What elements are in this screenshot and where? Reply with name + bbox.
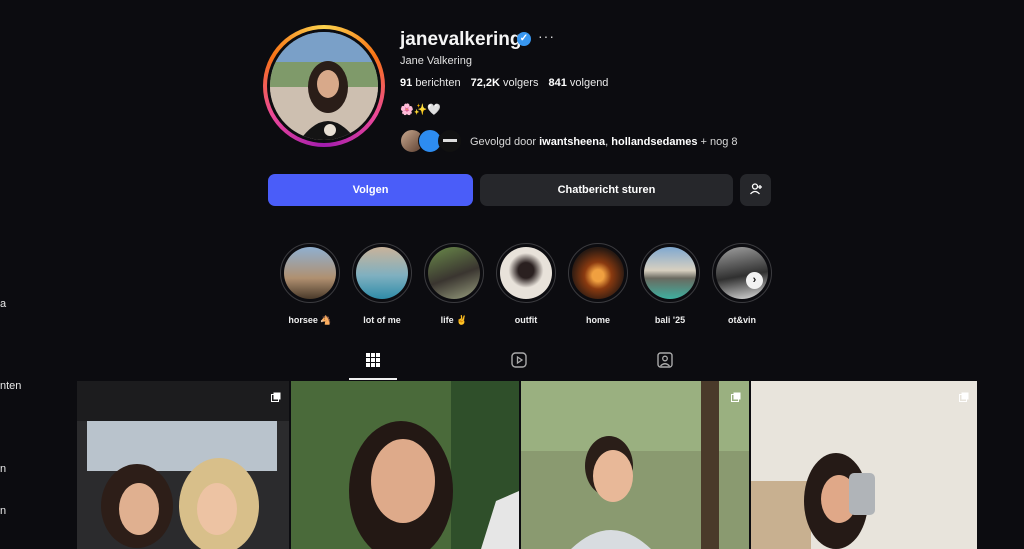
highlight-item[interactable]: home (568, 243, 628, 325)
highlight-cover (644, 247, 696, 299)
tab-tagged[interactable] (641, 352, 689, 380)
carousel-icon (731, 389, 741, 402)
verified-badge-icon: ✓ (517, 32, 531, 46)
follower-avatar (438, 129, 462, 153)
sidebar-item-fragment[interactable]: n (0, 463, 6, 475)
highlight-label: lot of me (363, 315, 401, 325)
highlight-cover (356, 247, 408, 299)
highlight-item[interactable]: life ✌️ (424, 243, 484, 326)
profile-avatar[interactable] (263, 25, 385, 147)
posts-count: 91 berichten (400, 77, 461, 89)
following-count[interactable]: 841 volgend (548, 77, 608, 89)
sidebar-item-fragment[interactable]: n (0, 505, 6, 517)
highlight-label: outfit (514, 315, 538, 325)
active-tab-indicator (349, 378, 397, 380)
tab-posts[interactable] (349, 352, 397, 380)
sidebar-item-fragment[interactable]: nten (0, 380, 21, 392)
highlights-next-button[interactable]: › (746, 272, 763, 289)
highlight-label: ot&vin (728, 315, 756, 325)
follow-button[interactable]: Volgen (268, 174, 473, 206)
followed-by-avatars[interactable] (400, 129, 466, 153)
message-button[interactable]: Chatbericht sturen (480, 174, 733, 206)
highlight-label: horsee 🐴 (288, 315, 332, 325)
highlight-label: home (585, 315, 610, 325)
highlight-cover (284, 247, 336, 299)
reels-icon (511, 352, 527, 373)
followers-count[interactable]: 72,2K volgers (471, 77, 539, 89)
story-highlights: horsee 🐴 lot of me life ✌️ outfit home b… (0, 243, 1024, 326)
tab-reels[interactable] (495, 352, 543, 380)
post-thumbnail[interactable] (751, 381, 977, 549)
profile-full-name: Jane Valkering (400, 55, 472, 67)
highlight-item[interactable]: lot of me (352, 243, 412, 325)
highlight-cover (716, 247, 768, 299)
profile-bio: 🌸✨🤍 (400, 104, 442, 116)
profile-username: janevalkering (400, 29, 522, 50)
highlight-cover (500, 247, 552, 299)
more-options-icon[interactable]: ··· (538, 28, 555, 44)
highlight-item[interactable]: ot&vin (712, 243, 772, 325)
carousel-icon (959, 389, 969, 402)
carousel-icon (271, 389, 281, 402)
highlight-label: life ✌️ (440, 315, 468, 325)
tagged-icon (657, 352, 673, 373)
post-thumbnail[interactable] (521, 381, 749, 549)
grid-icon (365, 352, 381, 373)
avatar-photo (270, 32, 378, 140)
posts-grid (77, 381, 977, 549)
suggested-users-button[interactable] (740, 174, 771, 206)
highlight-cover (572, 247, 624, 299)
post-thumbnail[interactable] (77, 381, 289, 549)
highlight-item[interactable]: outfit (496, 243, 556, 325)
followed-by-text[interactable]: Gevolgd door iwantsheena, hollandsedames… (470, 136, 738, 148)
person-add-icon (749, 182, 763, 199)
highlight-item[interactable]: horsee 🐴 (280, 243, 340, 326)
highlight-cover (428, 247, 480, 299)
profile-stats: 91 berichten 72,2K volgers 841 volgend (400, 77, 608, 89)
chevron-right-icon: › (752, 274, 757, 286)
post-thumbnail[interactable] (291, 381, 519, 549)
highlight-label: bali '25 (654, 315, 686, 325)
profile-tabs (0, 352, 1024, 380)
highlight-item[interactable]: bali '25 (640, 243, 700, 325)
